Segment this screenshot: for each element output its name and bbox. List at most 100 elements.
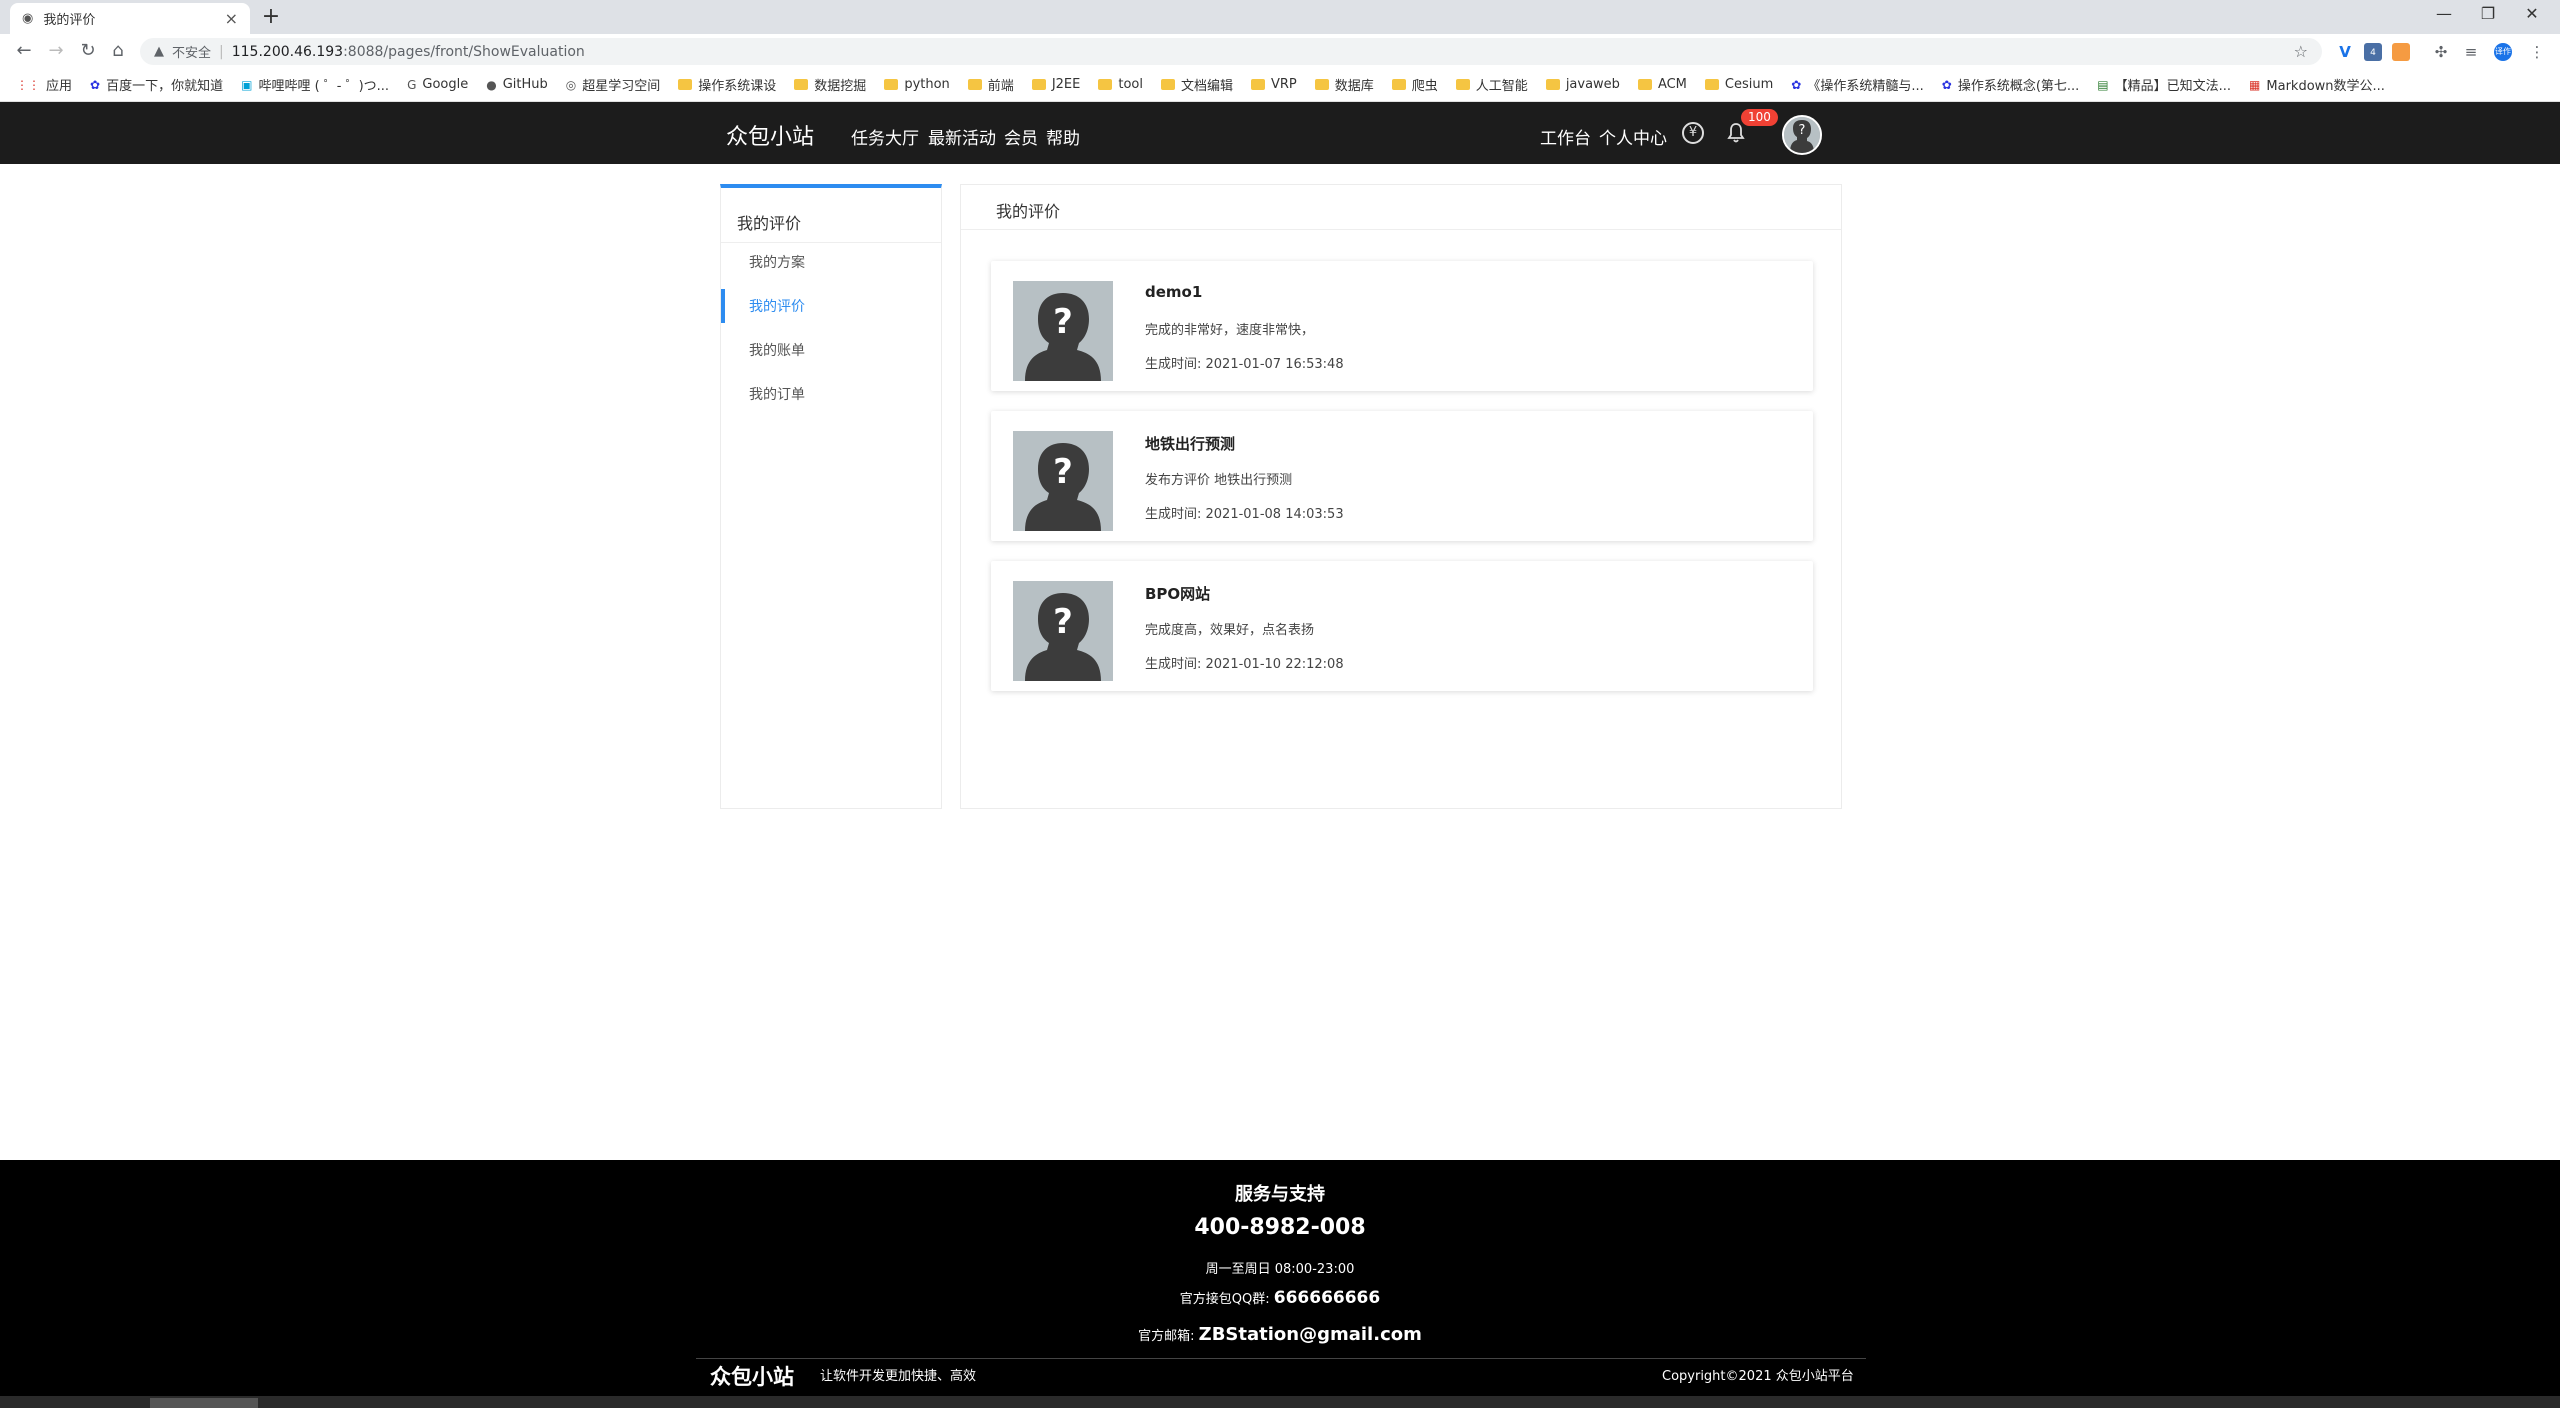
bookmark-label: GitHub [502, 77, 548, 92]
folder-icon [1637, 79, 1652, 90]
bookmark-item[interactable]: ✿ 百度一下，你就知道 [90, 75, 223, 95]
bookmark-label: 数据挖掘 [814, 79, 867, 94]
github-icon: ● [486, 77, 497, 92]
reading-list-icon[interactable]: ≡ [2462, 43, 2480, 61]
evaluation-content: 发布方评价 地铁出行预测 [1145, 473, 1293, 488]
os-taskbar [0, 1396, 2560, 1408]
bookmark-item[interactable]: ▦ Markdown数学公... [2249, 75, 2385, 95]
minimize-icon[interactable]: — [2424, 4, 2464, 23]
bookmark-star-icon[interactable]: ☆ [2294, 42, 2308, 61]
bookmark-item[interactable]: 人工智能 [1455, 75, 1528, 94]
bookmark-item[interactable]: ◎ 超星学习空间 [566, 75, 661, 95]
home-icon[interactable]: ⌂ [106, 40, 130, 64]
folder-icon [678, 79, 693, 90]
site-header: 众包小站 任务大厅 最新活动 会员 帮助 工作台 个人中心 ¥ ? [0, 102, 2560, 164]
workbench-link[interactable]: 工作台 [1540, 124, 1591, 149]
folder-icon [1098, 79, 1113, 90]
bookmark-item[interactable]: G Google [407, 77, 468, 92]
bookmark-item[interactable]: 操作系统课设 [678, 75, 776, 94]
sidebar-item-my-bills[interactable]: 我的账单 [749, 340, 805, 360]
nav-help[interactable]: 帮助 [1046, 124, 1080, 149]
extension-icon[interactable]: 4 [2364, 43, 2382, 61]
puzzle-icon[interactable]: ✣ [2432, 43, 2450, 61]
bookmark-item[interactable]: ▤ 【精品】已知文法... [2097, 75, 2232, 95]
nav-latest-activity[interactable]: 最新活动 [928, 124, 996, 149]
restore-icon[interactable]: ❐ [2468, 4, 2508, 23]
bookmark-label: 操作系统概念(第七... [1957, 79, 2080, 94]
back-icon[interactable]: ← [12, 40, 36, 64]
bookmark-item[interactable]: ✿ 《操作系统精髓与... [1791, 75, 1924, 95]
personal-center-link[interactable]: 个人中心 [1599, 124, 1667, 149]
bookmark-item[interactable]: Cesium [1704, 77, 1773, 92]
site-footer: 服务与支持 400-8982-008 周一至周日 08:00-23:00 官方接… [0, 1160, 2560, 1396]
nav-membership[interactable]: 会员 [1004, 124, 1038, 149]
mail-address[interactable]: ZBStation@gmail.com [1199, 1324, 1422, 1345]
user-avatar[interactable]: ? [1782, 115, 1822, 155]
tab-title: 我的评价 [43, 13, 96, 28]
sidebar-title: 我的评价 [737, 214, 802, 233]
evaluation-time: 生成时间: 2021-01-10 22:12:08 [1145, 653, 1344, 672]
bookmark-item[interactable]: ⋮⋮ 应用 [16, 75, 72, 95]
folder-icon [1545, 79, 1560, 90]
sidebar-item-my-proposals[interactable]: 我的方案 [749, 252, 805, 272]
bookmark-label: VRP [1271, 77, 1297, 92]
address-bar[interactable]: ▲ 不安全 | 115.200.46.193:8088/pages/front/… [140, 38, 2322, 65]
bookmark-item[interactable]: 爬虫 [1391, 75, 1438, 94]
nav-task-hall[interactable]: 任务大厅 [851, 124, 919, 149]
bookmark-item[interactable]: J2EE [1031, 77, 1081, 92]
evaluation-card: ? 地铁出行预测 发布方评价 地铁出行预测 生成时间: 2021-01-08 1… [991, 411, 1813, 541]
evaluation-title[interactable]: demo1 [1145, 283, 1202, 301]
evaluation-time: 生成时间: 2021-01-07 16:53:48 [1145, 353, 1344, 372]
bookmark-item[interactable]: python [884, 77, 950, 92]
omnibox-separator: | [219, 43, 224, 60]
bookmark-label: 【精品】已知文法... [2114, 79, 2232, 94]
bookmark-item[interactable]: javaweb [1545, 77, 1620, 92]
time-value: 2021-01-08 14:03:53 [1205, 507, 1344, 522]
taskbar-item[interactable] [150, 1398, 258, 1408]
evaluation-title[interactable]: BPO网站 [1145, 583, 1210, 604]
footer-title: 服务与支持 [1235, 1184, 1325, 1205]
forward-icon[interactable]: → [44, 40, 68, 64]
unknown-person-icon: ? [1013, 431, 1113, 531]
evaluation-card: ? demo1 完成的非常好，速度非常快， 生成时间: 2021-01-07 1… [991, 261, 1813, 391]
bookmark-item[interactable]: ✿ 操作系统概念(第七... [1942, 75, 2080, 95]
footer-phone: 400-8982-008 [1194, 1215, 1366, 1240]
footer-hours: 周一至周日 08:00-23:00 [1205, 1262, 1355, 1277]
bookmark-item[interactable]: ACM [1637, 77, 1687, 92]
bookmark-item[interactable]: ▣ 哔哩哔哩 ( ゜- ゜)つ... [241, 75, 389, 95]
evaluation-title[interactable]: 地铁出行预测 [1145, 433, 1235, 454]
folder-icon [1160, 79, 1175, 90]
menu-kebab-icon[interactable]: ⋮ [2528, 43, 2546, 61]
vue-devtools-icon[interactable]: V [2336, 43, 2354, 61]
bookmark-item[interactable]: 数据挖掘 [794, 75, 866, 94]
sidebar-item-my-evaluations[interactable]: 我的评价 [749, 296, 805, 316]
profile-avatar-icon[interactable]: 译作 [2494, 43, 2512, 61]
bookmark-item[interactable]: 前端 [967, 75, 1014, 94]
browser-tab[interactable]: ◉ 我的评价 × [10, 3, 250, 34]
reload-icon[interactable]: ↻ [76, 40, 100, 64]
bookmark-item[interactable]: 数据库 [1314, 75, 1374, 94]
main-panel: 我的评价 ? demo1 完成的非常好，速度非常快， 生成时间: 2021-01… [960, 184, 1842, 809]
divider [721, 242, 941, 243]
sidebar-item-my-orders[interactable]: 我的订单 [749, 384, 805, 404]
yen-icon[interactable]: ¥ [1682, 122, 1704, 144]
bookmark-label: 《操作系统精髓与... [1807, 79, 1924, 94]
bookmark-label: ACM [1657, 77, 1687, 92]
unknown-user-icon: ? [1784, 117, 1820, 153]
bookmark-item[interactable]: tool [1098, 77, 1143, 92]
bookmark-label: 爬虫 [1411, 79, 1438, 94]
evaluation-content: 完成度高，效果好，点名表扬 [1145, 623, 1315, 638]
notification-badge: 100 [1741, 109, 1778, 126]
bookmark-item[interactable]: ● GitHub [486, 77, 548, 92]
bookmark-item[interactable]: 文档编辑 [1160, 75, 1233, 94]
time-label: 生成时间: [1145, 357, 1206, 372]
new-tab-button[interactable]: + [258, 5, 284, 31]
bookmark-item[interactable]: VRP [1251, 77, 1297, 92]
folder-icon [794, 79, 809, 90]
mail-label: 官方邮箱: [1138, 1329, 1199, 1344]
window-close-icon[interactable]: ✕ [2512, 4, 2552, 23]
extension-orange-icon[interactable] [2392, 43, 2410, 61]
tab-close-icon[interactable]: × [225, 9, 238, 28]
bookmark-label: J2EE [1051, 77, 1081, 92]
site-brand[interactable]: 众包小站 [726, 119, 814, 151]
